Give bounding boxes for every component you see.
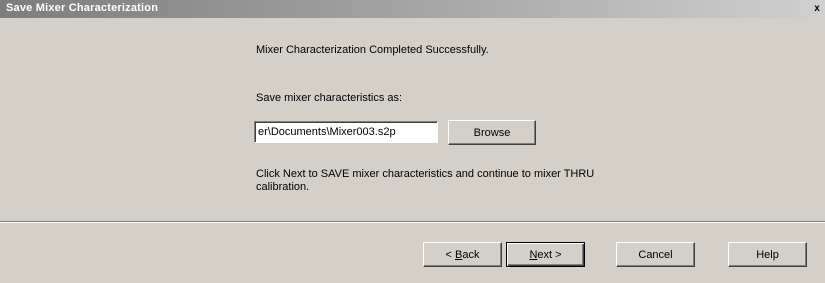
title-bar[interactable]: Save Mixer Characterization x [0, 0, 825, 18]
save-as-label: Save mixer characteristics as: [256, 92, 403, 104]
back-prefix: < [445, 248, 455, 261]
help-button[interactable]: Help [728, 242, 807, 267]
footer-separator [0, 221, 825, 223]
cancel-button[interactable]: Cancel [616, 242, 695, 267]
back-rest: ack [462, 248, 480, 261]
next-button[interactable]: Next > [506, 242, 585, 267]
window-title: Save Mixer Characterization [6, 2, 159, 14]
success-message: Mixer Characterization Completed Success… [256, 44, 489, 56]
save-mixer-characterization-dialog: Save Mixer Characterization x Mixer Char… [0, 0, 825, 283]
back-button[interactable]: < Back [423, 242, 502, 267]
next-rest: ext > [537, 248, 562, 261]
close-icon[interactable]: x [811, 2, 823, 15]
file-path-input[interactable] [254, 121, 438, 143]
instructions-text: Click Next to SAVE mixer characteristics… [256, 168, 595, 193]
browse-button[interactable]: Browse [448, 120, 536, 145]
